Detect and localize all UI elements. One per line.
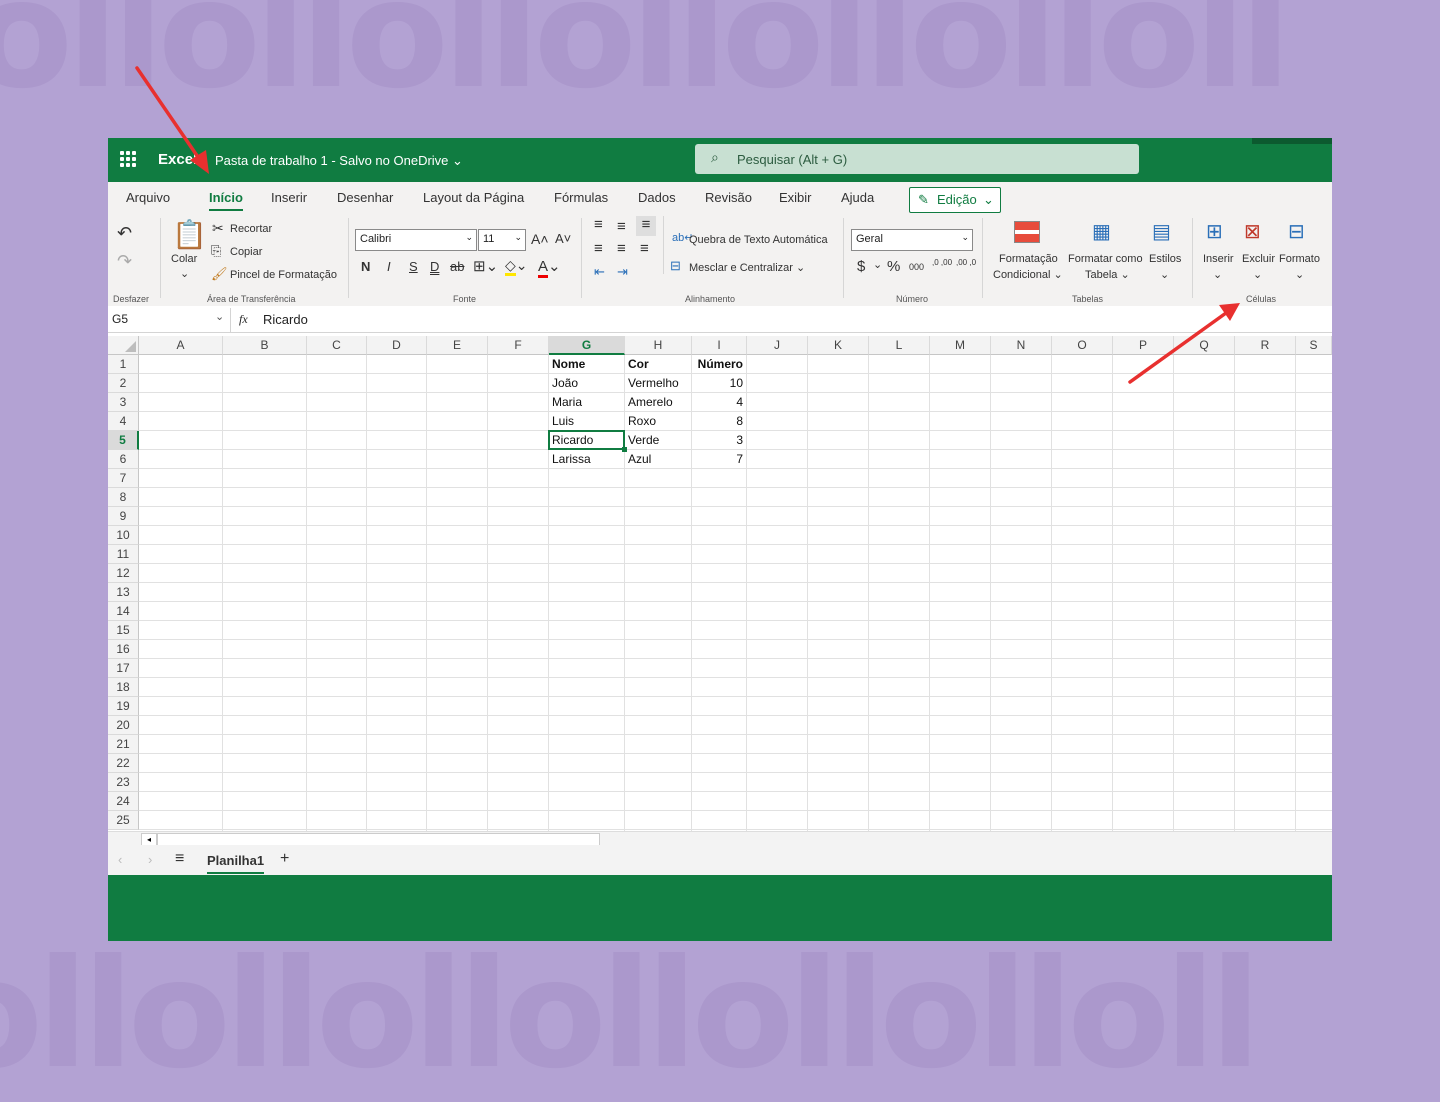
arrow-head bbox=[190, 150, 209, 174]
arrow-to-inicio-tab bbox=[135, 66, 202, 162]
annotation-arrows bbox=[135, 66, 1240, 384]
arrow-to-cells-group bbox=[1128, 311, 1228, 384]
arrow-head bbox=[1219, 303, 1240, 321]
